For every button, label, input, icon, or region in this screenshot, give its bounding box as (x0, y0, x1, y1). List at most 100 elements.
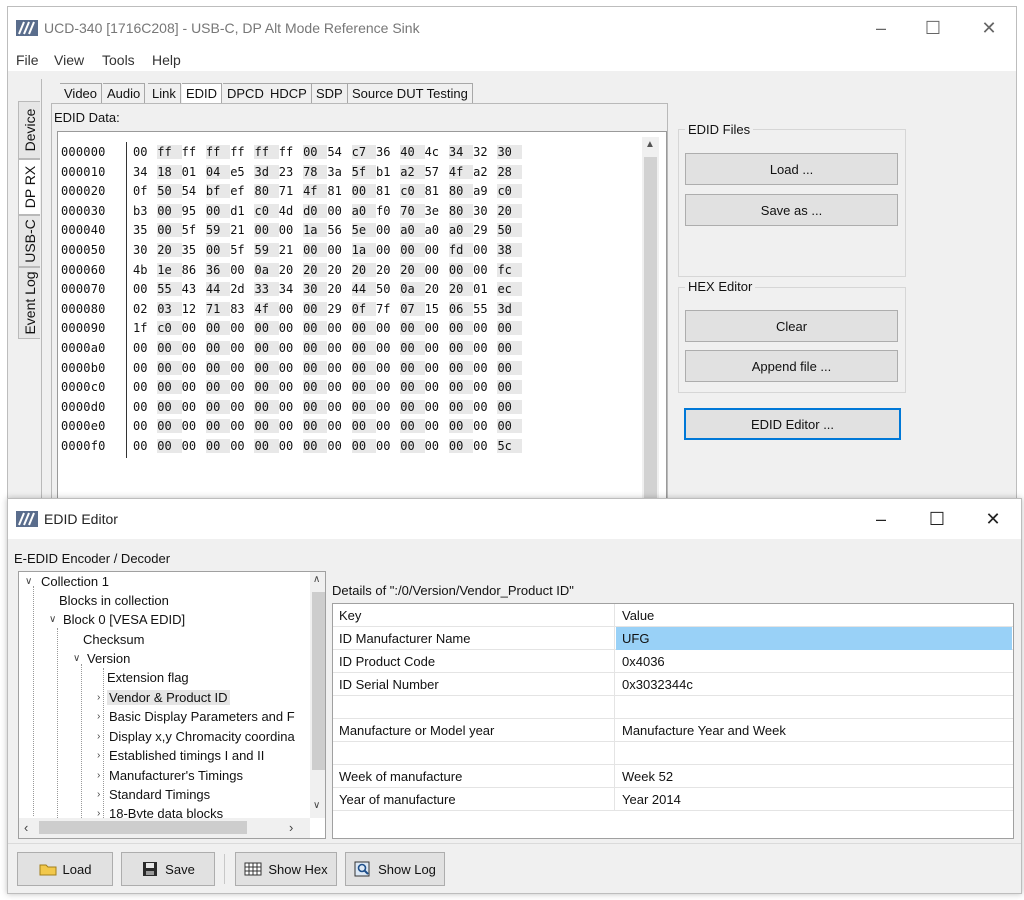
hex-byte[interactable]: 59 (205, 223, 231, 238)
tree-item-basic-display[interactable]: › Basic Display Parameters and F (97, 707, 297, 726)
hex-byte[interactable]: 00 (279, 321, 303, 335)
hex-byte[interactable]: 00 (157, 341, 182, 355)
table-row[interactable]: Year of manufacture Year 2014 (333, 788, 1013, 811)
hex-byte[interactable]: 00 (303, 321, 328, 336)
hex-byte[interactable]: 00 (230, 419, 254, 433)
hex-byte[interactable]: 3e (425, 204, 449, 218)
hex-byte[interactable]: 35 (133, 223, 157, 237)
hex-byte[interactable]: a2 (473, 165, 497, 179)
editor-close-button[interactable]: ✕ (982, 508, 1004, 530)
hex-byte[interactable]: 0a (400, 282, 425, 297)
hex-byte[interactable]: 00 (133, 400, 157, 414)
side-tab-usb-c[interactable]: USB-C (18, 215, 40, 267)
hex-byte[interactable]: 50 (157, 184, 182, 199)
hex-byte[interactable]: 32 (473, 145, 497, 159)
hex-byte[interactable]: 00 (425, 439, 449, 453)
hex-byte[interactable]: 00 (133, 419, 157, 433)
hex-byte[interactable]: 20 (303, 262, 328, 277)
hex-byte[interactable]: a2 (400, 164, 425, 179)
hex-byte[interactable]: fd (448, 243, 474, 257)
hex-byte[interactable]: 00 (473, 439, 497, 453)
hex-row[interactable]: 0000a0 00 00 00 00 00 00 00 00 00 00 00 00 00 00 00 00 (61, 338, 522, 358)
hex-byte[interactable]: 06 (448, 301, 474, 316)
hex-byte[interactable]: 00 (279, 223, 303, 237)
hex-byte[interactable]: a0 (400, 223, 425, 238)
expand-icon[interactable]: ∨ (49, 610, 56, 629)
hex-byte[interactable]: 54 (327, 145, 351, 159)
hex-byte[interactable]: 36 (205, 262, 231, 277)
hex-row[interactable]: 0000c0 00 00 00 00 00 00 00 00 00 00 00 00 00 00 00 00 (61, 377, 522, 397)
hex-byte[interactable]: d0 (303, 203, 328, 218)
hex-byte[interactable]: 00 (497, 341, 522, 355)
hex-byte[interactable]: 0f (133, 184, 157, 198)
hex-byte[interactable]: 00 (448, 360, 474, 375)
hex-byte[interactable]: 00 (182, 361, 206, 375)
hex-byte[interactable]: 4f (254, 301, 279, 316)
menu-tools[interactable]: Tools (102, 52, 135, 68)
row-value[interactable]: 0x4036 (616, 650, 1012, 673)
hex-byte[interactable]: 00 (303, 145, 328, 159)
hex-byte[interactable]: 00 (254, 380, 279, 395)
hex-byte[interactable]: 1e (157, 262, 182, 277)
menu-file[interactable]: File (16, 52, 39, 68)
hex-vertical-scrollbar[interactable]: ▲ (642, 137, 659, 505)
hex-byte[interactable]: 95 (182, 204, 206, 218)
hex-byte[interactable]: 00 (473, 263, 497, 277)
hex-byte[interactable]: 00 (473, 400, 497, 414)
hex-byte[interactable]: 5c (497, 439, 522, 453)
tree-item-vendor-product[interactable]: › Vendor & Product ID (97, 688, 230, 707)
hex-byte[interactable]: 00 (205, 243, 231, 257)
hex-byte[interactable]: 00 (376, 419, 400, 433)
hex-byte[interactable]: 00 (351, 419, 376, 434)
hex-byte[interactable]: 4f (448, 164, 474, 179)
hex-byte[interactable]: 56 (327, 223, 351, 237)
hex-byte[interactable]: 5f (230, 243, 254, 257)
hex-byte[interactable]: 00 (473, 419, 497, 433)
hex-byte[interactable]: 20 (376, 263, 400, 277)
hex-byte[interactable]: 20 (157, 243, 182, 257)
tab-video[interactable]: Video (60, 83, 103, 103)
close-button[interactable]: ✕ (978, 17, 1000, 39)
hex-byte[interactable]: 43 (182, 282, 206, 296)
hex-byte[interactable]: 30 (303, 282, 328, 297)
hex-byte[interactable]: 50 (376, 282, 400, 296)
hex-byte[interactable]: 00 (303, 439, 328, 453)
hex-byte[interactable]: 00 (254, 341, 279, 355)
hex-byte[interactable]: 00 (473, 380, 497, 394)
hex-byte[interactable]: 5e (351, 223, 376, 238)
hex-byte[interactable]: 00 (425, 321, 449, 335)
hex-byte[interactable]: 00 (254, 321, 279, 336)
hex-byte[interactable]: 00 (400, 399, 425, 414)
hex-byte[interactable]: 4f (303, 184, 328, 199)
expand-right-icon[interactable]: › (97, 707, 100, 726)
table-row[interactable]: Week of manufacture Week 52 (333, 765, 1013, 788)
hex-byte[interactable]: 80 (448, 184, 474, 199)
hex-byte[interactable]: 3d (254, 164, 279, 179)
hex-row[interactable]: 000040 35 00 5f 59 21 00 00 1a 56 5e 00 a0 a0 a0 29 50 (61, 220, 522, 240)
hex-byte[interactable]: 00 (448, 262, 474, 277)
hex-byte[interactable]: 00 (205, 380, 231, 395)
hex-byte[interactable]: ef (230, 184, 254, 198)
tree-item-block0[interactable]: ∨ Block 0 [VESA EDID] (49, 610, 185, 629)
hex-byte[interactable]: 12 (182, 302, 206, 316)
hex-byte[interactable]: 00 (279, 341, 303, 355)
hex-byte[interactable]: 00 (254, 419, 279, 434)
tab-audio[interactable]: Audio (103, 83, 146, 103)
hex-byte[interactable]: 00 (448, 380, 474, 395)
hex-byte[interactable]: 00 (230, 341, 254, 355)
hex-byte[interactable]: 4d (279, 204, 303, 218)
hex-byte[interactable]: a0 (448, 223, 474, 238)
hex-byte[interactable]: 00 (230, 400, 254, 414)
hex-byte[interactable]: 00 (157, 223, 182, 238)
hex-byte[interactable]: 21 (279, 243, 303, 257)
hex-byte[interactable]: 00 (327, 361, 351, 375)
hex-byte[interactable]: 00 (425, 263, 449, 277)
scroll-down-icon[interactable]: ∨ (313, 800, 320, 811)
hex-byte[interactable]: 3a (327, 165, 351, 179)
hex-byte[interactable]: 00 (473, 321, 497, 335)
hex-byte[interactable]: 00 (279, 380, 303, 394)
hex-byte[interactable]: 00 (205, 341, 231, 355)
hex-byte[interactable]: 20 (279, 263, 303, 277)
hex-byte[interactable]: 21 (230, 223, 254, 237)
hex-byte[interactable]: 00 (400, 419, 425, 434)
